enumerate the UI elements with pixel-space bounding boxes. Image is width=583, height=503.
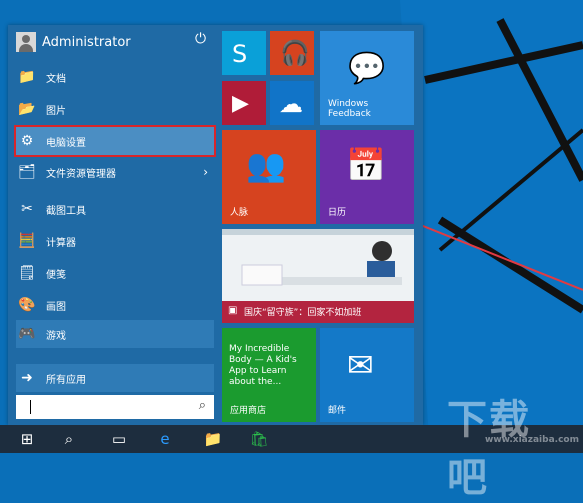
start-item-pictures[interactable]: 📂 图片 <box>16 95 214 123</box>
internet-explorer-icon[interactable]: e <box>154 428 176 450</box>
watermark-url: www.xiazaiba.com <box>485 435 579 445</box>
folder-icon: 📁 <box>18 69 36 85</box>
search-icon: ⌕ <box>198 398 206 413</box>
start-item-label: 游戏 <box>46 330 66 342</box>
mail-icon: ✉ <box>347 346 374 384</box>
search-taskbar-icon[interactable]: ⌕ <box>58 428 80 450</box>
people-icon: 👥 <box>246 146 286 184</box>
people-tile[interactable]: 👥 人脉 <box>222 130 316 224</box>
store-taskbar-icon[interactable]: 🛍 <box>248 428 270 450</box>
skype-tile[interactable]: S <box>222 31 266 75</box>
tile-label: 人脉 <box>230 208 249 218</box>
start-item-label: 文档 <box>46 73 66 85</box>
all-apps-button[interactable]: ➜ 所有应用 <box>16 364 214 392</box>
text-caret <box>30 400 31 414</box>
arrow-right-icon: ➜ <box>21 370 33 386</box>
video-tile[interactable]: ▶ <box>222 81 266 125</box>
chevron-right-icon: › <box>203 165 208 179</box>
paint-icon: 🎨 <box>18 297 36 313</box>
watermark: 下载吧 www.xiazaiba.com <box>447 387 579 501</box>
news-tile[interactable]: ▣ 国庆“留守族”：回家不如加班 <box>222 229 414 323</box>
file-explorer-icon: 🗂 <box>18 164 36 180</box>
start-item-label: 便笺 <box>46 269 66 281</box>
snipping-tool-icon: ✂ <box>21 201 33 217</box>
calculator-icon: 🧮 <box>18 233 36 249</box>
start-menu: Administrator ⏻ 📁 文档 📂 图片 ⚙ 电脑设置 🗂 文件资源管… <box>8 25 423 425</box>
onedrive-tile[interactable]: ☁ <box>270 81 314 125</box>
gear-icon: ⚙ <box>20 133 34 149</box>
file-explorer-taskbar-icon[interactable]: 📁 <box>202 428 224 450</box>
start-item-label: 截图工具 <box>46 205 86 217</box>
music-tile[interactable]: 🎧 <box>270 31 314 75</box>
watermark-main: 下载吧 <box>447 397 531 501</box>
start-item-label: 画图 <box>46 301 66 313</box>
news-photo <box>222 229 414 301</box>
windows-start-icon[interactable]: ⊞ <box>16 428 38 450</box>
start-item-sticky-notes[interactable]: 🗒 便笺 <box>16 259 214 287</box>
start-item-label: 图片 <box>46 105 66 117</box>
start-item-pc-settings[interactable]: ⚙ 电脑设置 <box>14 125 216 157</box>
tile-label: Windows Feedback <box>328 99 371 119</box>
skype-icon: S <box>232 40 248 68</box>
user-name: Administrator <box>42 34 131 50</box>
pictures-folder-icon: 📂 <box>18 101 36 117</box>
user-avatar-icon <box>16 32 36 52</box>
start-item-label: 文件资源管理器 <box>46 168 116 180</box>
store-promo-text: My Incredible Body — A Kid's App to Lear… <box>229 344 297 387</box>
calendar-icon: 📅 <box>346 146 386 184</box>
news-icon: ▣ <box>228 305 238 316</box>
xbox-icon: 🎮 <box>18 326 36 342</box>
windows-feedback-tile[interactable]: 💬 Windows Feedback <box>320 31 414 125</box>
start-item-label: 电脑设置 <box>46 137 86 149</box>
tile-label: 邮件 <box>328 406 347 416</box>
start-item-calculator[interactable]: 🧮 计算器 <box>16 227 214 255</box>
start-item-games[interactable]: 🎮 游戏 <box>16 320 214 348</box>
tile-label: 日历 <box>328 208 347 218</box>
start-item-file-explorer[interactable]: 🗂 文件资源管理器 › <box>16 158 214 186</box>
tile-label: 应用商店 <box>230 406 267 416</box>
start-item-paint[interactable]: 🎨 画图 <box>16 291 214 319</box>
search-input[interactable]: ⌕ <box>16 395 214 419</box>
store-tile[interactable]: My Incredible Body — A Kid's App to Lear… <box>222 328 316 422</box>
user-account[interactable]: Administrator <box>16 31 216 53</box>
calendar-tile[interactable]: 📅 日历 <box>320 130 414 224</box>
start-item-documents[interactable]: 📁 文档 <box>16 63 214 91</box>
sticky-notes-icon: 🗒 <box>18 265 36 281</box>
news-caption: 国庆“留守族”：回家不如加班 <box>244 308 362 318</box>
video-icon: ▶ <box>232 91 249 116</box>
feedback-icon: 💬 <box>348 51 386 86</box>
headphones-icon: 🎧 <box>280 39 310 67</box>
power-icon[interactable]: ⏻ <box>195 32 209 46</box>
all-apps-label: 所有应用 <box>46 374 86 386</box>
task-view-icon[interactable]: ▭ <box>108 428 130 450</box>
mail-tile[interactable]: ✉ 邮件 <box>320 328 414 422</box>
start-item-snipping-tool[interactable]: ✂ 截图工具 <box>16 195 214 223</box>
start-item-label: 计算器 <box>46 237 76 249</box>
cloud-icon: ☁ <box>279 90 303 118</box>
